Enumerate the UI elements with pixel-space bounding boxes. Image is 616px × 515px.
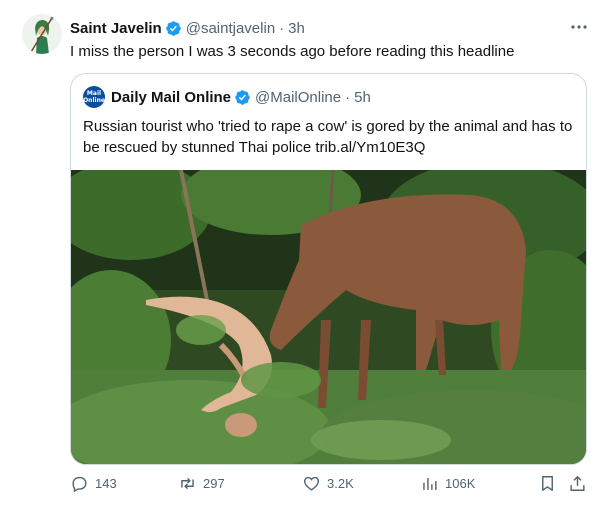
views-button[interactable]: 106K bbox=[420, 472, 475, 494]
avatar-illustration bbox=[22, 14, 62, 54]
repost-count: 297 bbox=[203, 475, 225, 491]
quote-text: Russian tourist who 'tried to rape a cow… bbox=[83, 118, 573, 156]
quote-author-avatar[interactable]: Mail Online bbox=[83, 86, 105, 108]
mail-logo-line-2: Online bbox=[83, 97, 105, 104]
tweet-header: Saint Javelin @saintjavelin · 3h bbox=[70, 18, 305, 38]
quote-media-photo[interactable] bbox=[71, 170, 586, 464]
separator-dot: · bbox=[279, 19, 285, 37]
quoted-tweet[interactable]: Mail Online Daily Mail Online @MailOnlin… bbox=[70, 73, 587, 465]
tweet-actions: 143 297 3.2K 106K bbox=[70, 472, 595, 494]
tweet[interactable]: Saint Javelin @saintjavelin · 3h I miss … bbox=[0, 0, 616, 515]
separator-dot: · bbox=[345, 88, 351, 106]
quote-header: Mail Online Daily Mail Online @MailOnlin… bbox=[83, 86, 371, 108]
verified-badge-icon bbox=[235, 89, 250, 105]
quote-author-name[interactable]: Daily Mail Online bbox=[111, 89, 231, 106]
verified-badge-icon bbox=[165, 20, 181, 36]
bookmark-icon bbox=[542, 475, 553, 491]
views-icon bbox=[423, 477, 437, 490]
repost-button[interactable]: 297 bbox=[178, 472, 225, 494]
like-count: 3.2K bbox=[327, 475, 354, 491]
author-avatar[interactable] bbox=[22, 14, 62, 54]
author-handle[interactable]: @saintjavelin bbox=[186, 20, 275, 37]
like-icon bbox=[303, 476, 320, 491]
quote-author-handle[interactable]: @MailOnline bbox=[255, 89, 341, 106]
author-name[interactable]: Saint Javelin bbox=[70, 20, 162, 37]
reply-count: 143 bbox=[95, 475, 117, 491]
bookmark-button[interactable] bbox=[538, 472, 563, 494]
more-options-icon[interactable] bbox=[568, 20, 590, 34]
mail-logo-line-1: Mail bbox=[86, 90, 102, 97]
reply-button[interactable]: 143 bbox=[70, 472, 117, 494]
share-icon bbox=[570, 475, 585, 491]
reply-icon bbox=[72, 476, 87, 492]
tweet-text: I miss the person I was 3 seconds ago be… bbox=[70, 43, 515, 60]
views-count: 106K bbox=[445, 475, 476, 491]
repost-icon bbox=[181, 477, 194, 489]
tweet-timestamp[interactable]: 3h bbox=[288, 20, 305, 37]
like-button[interactable]: 3.2K bbox=[302, 472, 354, 494]
photo-cow-and-man bbox=[71, 170, 586, 464]
share-button[interactable] bbox=[568, 472, 593, 494]
quote-timestamp[interactable]: 5h bbox=[354, 89, 371, 106]
